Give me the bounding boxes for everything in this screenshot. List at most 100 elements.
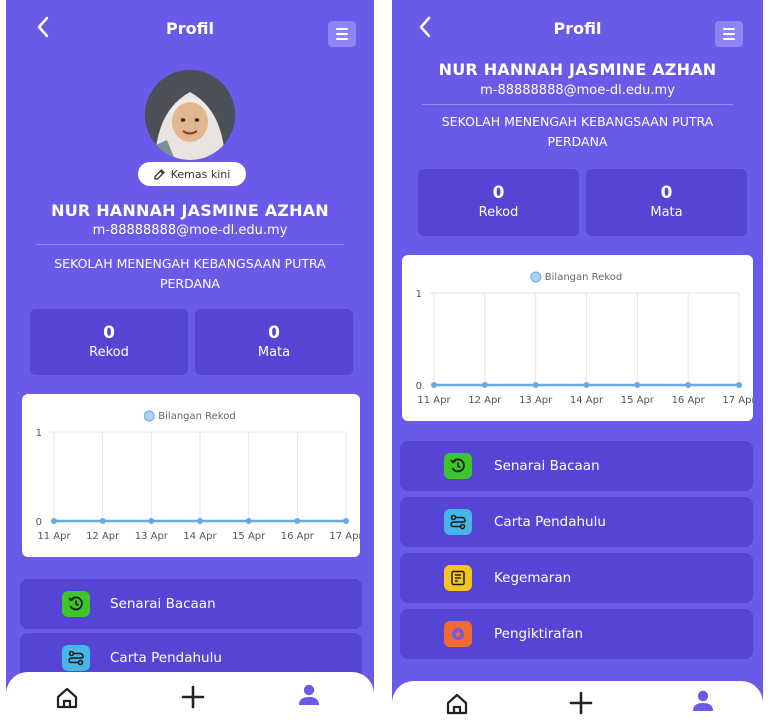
legend-label: Bilangan Rekod: [545, 272, 622, 283]
user-email: m-88888888@moe-dl.edu.my: [92, 223, 288, 238]
data-point[interactable]: [583, 382, 590, 388]
x-tick-label: 15 Apr: [621, 395, 655, 406]
page-title: Profil: [166, 19, 214, 38]
nav-profile-button[interactable]: [292, 678, 326, 712]
data-point[interactable]: [685, 382, 692, 388]
profile-screen-scrolled: Profil NUR HANNAH JASMINE AZHAN m-888888…: [392, 0, 763, 723]
menu-item-favorites[interactable]: Kegemaran: [400, 553, 753, 603]
nav-home-button[interactable]: [50, 681, 84, 715]
nav-add-button[interactable]: [564, 686, 598, 720]
menu-item-leaderboard[interactable]: Carta Pendahulu: [400, 497, 753, 547]
data-point[interactable]: [343, 518, 349, 524]
y-tick-label: 0: [36, 517, 42, 528]
x-tick-label: 11 Apr: [417, 395, 451, 406]
nav-add-button[interactable]: [176, 680, 210, 714]
data-point[interactable]: [736, 382, 742, 388]
data-point[interactable]: [634, 382, 641, 388]
bottom-nav: [392, 681, 763, 723]
data-point[interactable]: [481, 382, 488, 388]
favorite-list-icon: [444, 565, 472, 591]
menu-item-label: Senarai Bacaan: [494, 458, 600, 474]
x-tick-label: 11 Apr: [37, 531, 71, 542]
chart-svg: Bilangan Rekod 11 Apr 12 Apr 13 Apr 14 Apr 15…: [36, 410, 360, 542]
menu-button[interactable]: [715, 21, 743, 47]
menu-item-reading-list[interactable]: Senarai Bacaan: [20, 579, 362, 629]
legend-swatch: [143, 410, 155, 422]
history-icon: [444, 453, 472, 479]
stat-value: 0: [492, 183, 505, 203]
legend-label: Bilangan Rekod: [158, 411, 235, 422]
x-tick-label: 12 Apr: [86, 531, 120, 542]
x-tick-label: 15 Apr: [232, 531, 266, 542]
legend-swatch: [530, 271, 542, 283]
divider: [422, 104, 733, 105]
data-point[interactable]: [99, 518, 106, 524]
route-icon: [444, 509, 472, 535]
data-point[interactable]: [532, 382, 539, 388]
chart-svg: Bilangan Rekod 11 Apr 12 Apr 13 Apr 14 Apr 15…: [416, 271, 753, 406]
stat-label: Mata: [650, 205, 683, 220]
update-profile-button[interactable]: Kemas kini: [138, 162, 246, 186]
stat-label: Rekod: [478, 205, 519, 220]
top-bar: Profil: [392, 12, 763, 52]
stat-value: 0: [660, 183, 673, 203]
menu-item-label: Carta Pendahulu: [494, 514, 606, 530]
user-name: NUR HANNAH JASMINE AZHAN: [438, 60, 717, 79]
y-tick-label: 1: [36, 428, 42, 439]
nav-profile-button[interactable]: [686, 684, 720, 718]
menu-item-label: Senarai Bacaan: [110, 596, 216, 612]
data-point[interactable]: [51, 518, 57, 524]
stat-card-points: 0 Mata: [586, 169, 747, 236]
history-icon: [62, 591, 90, 617]
data-point[interactable]: [294, 518, 301, 524]
hamburger-icon: [336, 28, 348, 30]
stat-label: Rekod: [89, 345, 129, 360]
divider: [36, 244, 344, 245]
home-icon: [56, 687, 78, 709]
menu-item-label: Carta Pendahulu: [110, 650, 222, 666]
data-point[interactable]: [148, 518, 155, 524]
profile-icon: [693, 690, 713, 711]
x-tick-label: 17 Apr: [722, 395, 753, 406]
plus-icon: [569, 691, 593, 715]
profile-icon: [299, 684, 319, 705]
menu-item-label: Pengiktirafan: [494, 626, 584, 642]
x-tick-label: 17 Apr: [329, 531, 360, 542]
stat-card-records: 0 Rekod: [418, 169, 579, 236]
route-icon: [62, 645, 90, 671]
nav-home-button[interactable]: [440, 687, 474, 721]
bottom-nav: [6, 672, 374, 723]
x-tick-label: 14 Apr: [570, 395, 604, 406]
data-point[interactable]: [197, 518, 203, 524]
update-label: Kemas kini: [170, 167, 231, 181]
avatar: [145, 70, 235, 160]
stat-value: 0: [103, 323, 115, 343]
records-chart: Bilangan Rekod 11 Apr 12 Apr 13 Apr 14 Apr 15…: [402, 255, 753, 421]
profile-screen-full: Profil Kemas kini NUR HANNAH JASMINE AZH…: [6, 0, 374, 723]
x-tick-label: 16 Apr: [672, 395, 706, 406]
home-icon: [446, 693, 468, 715]
plus-icon: [181, 685, 205, 709]
stat-label: Mata: [257, 345, 291, 360]
menu-item-recognition[interactable]: Pengiktirafan: [400, 609, 753, 659]
menu-item-reading-list[interactable]: Senarai Bacaan: [400, 441, 753, 491]
menu-button[interactable]: [328, 21, 356, 47]
data-point[interactable]: [431, 382, 437, 388]
award-icon: [444, 621, 472, 647]
top-bar: Profil: [6, 12, 374, 52]
data-point[interactable]: [245, 518, 252, 524]
x-tick-label: 12 Apr: [468, 395, 502, 406]
stat-value: 0: [268, 323, 280, 343]
x-tick-label: 13 Apr: [135, 531, 169, 542]
stat-card-points: 0 Mata: [195, 309, 353, 375]
user-name: NUR HANNAH JASMINE AZHAN: [51, 201, 329, 220]
edit-icon: [154, 169, 165, 180]
y-tick-label: 1: [416, 289, 422, 300]
page-title: Profil: [553, 19, 602, 38]
x-tick-label: 14 Apr: [183, 531, 217, 542]
hamburger-icon: [723, 28, 735, 30]
y-tick-label: 0: [416, 381, 422, 392]
menu-item-label: Kegemaran: [494, 570, 572, 586]
school-name: SEKOLAH MENENGAH KEBANGSAAN PUTRA PERDAN…: [54, 256, 326, 291]
user-email: m-88888888@moe-dl.edu.my: [480, 83, 675, 98]
